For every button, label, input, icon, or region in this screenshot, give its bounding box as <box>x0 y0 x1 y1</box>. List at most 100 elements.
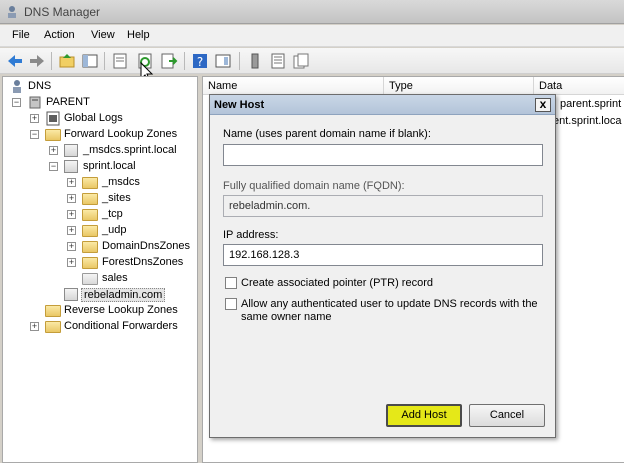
column-header-name[interactable]: Name <box>203 77 384 95</box>
dialog-title: New Host <box>214 99 265 111</box>
tree-label: Forward Lookup Zones <box>64 128 178 140</box>
allow-auth-update-label-2: same owner name <box>241 311 332 323</box>
menu-bar: File Action View Help <box>0 25 624 47</box>
folder-icon <box>82 241 98 253</box>
folder-icon <box>45 129 61 141</box>
tree-label: _udp <box>102 224 127 236</box>
window-title: DNS Manager <box>24 5 101 19</box>
expand-icon[interactable]: + <box>67 242 76 251</box>
show-action-pane-icon[interactable] <box>213 51 233 71</box>
record-list-icon[interactable] <box>268 51 288 71</box>
tree-node-sprint-local[interactable]: − sprint.local <box>3 159 193 175</box>
folder-icon <box>82 225 98 237</box>
dns-manager-icon <box>8 6 16 18</box>
menu-help[interactable]: Help <box>127 29 150 41</box>
expand-icon[interactable]: + <box>49 146 58 155</box>
tree-node-msdcs-sprint-local[interactable]: + _msdcs.sprint.local <box>3 143 193 159</box>
tree-label: Conditional Forwarders <box>64 320 178 332</box>
tree-node-sites[interactable]: + _sites <box>3 191 193 207</box>
expand-icon[interactable]: + <box>67 226 76 235</box>
collapse-icon[interactable]: − <box>30 130 39 139</box>
tree-node-forestdnszones[interactable]: + ForestDnsZones <box>3 255 193 271</box>
dns-root-icon <box>13 80 21 93</box>
title-bar: DNS Manager <box>0 0 624 24</box>
tree-node-udp[interactable]: + _udp <box>3 223 193 239</box>
tree-node-conditional-forwarders[interactable]: + Conditional Forwarders <box>3 319 193 335</box>
menu-file[interactable]: File <box>12 29 30 41</box>
folder-icon <box>82 209 98 221</box>
add-host-button[interactable]: Add Host <box>386 404 462 427</box>
cancel-button[interactable]: Cancel <box>469 404 545 427</box>
close-icon[interactable]: x <box>535 98 551 112</box>
expand-icon[interactable]: + <box>30 322 39 331</box>
tree-node-parent[interactable]: − PARENT <box>3 95 193 111</box>
expand-icon[interactable]: + <box>30 114 39 123</box>
tree-node-rebeladmin-com[interactable]: rebeladmin.com <box>3 287 193 303</box>
name-label: Name (uses parent domain name if blank): <box>223 128 431 140</box>
svg-text:?: ? <box>197 55 203 69</box>
show-hide-tree-icon[interactable] <box>80 51 100 71</box>
ip-address-input[interactable]: 192.168.128.3 <box>223 244 543 266</box>
tree-label: rebeladmin.com <box>81 288 166 302</box>
toolbar-separator <box>239 52 240 70</box>
folder-icon <box>82 273 98 285</box>
folder-icon <box>82 177 98 189</box>
copy-icon[interactable] <box>291 51 311 71</box>
fqdn-field: rebeladmin.com. <box>223 195 543 217</box>
folder-icon <box>82 257 98 269</box>
tree-label: _sites <box>102 192 131 204</box>
tree-label: ForestDnsZones <box>102 256 184 268</box>
tree-label: Global Logs <box>64 112 123 124</box>
tree-node-msdcs[interactable]: + _msdcs <box>3 175 193 191</box>
tree-label: _msdcs <box>102 176 140 188</box>
allow-auth-update-checkbox[interactable] <box>225 298 237 310</box>
expand-icon[interactable]: + <box>67 178 76 187</box>
console-tree: DNS − PARENT + Global Logs − Forward Loo… <box>2 76 198 463</box>
back-arrow-icon[interactable] <box>5 51 25 71</box>
menu-view[interactable]: View <box>91 29 115 41</box>
ip-address-label: IP address: <box>223 229 279 241</box>
tree-node-global-logs[interactable]: + Global Logs <box>3 111 193 127</box>
expand-icon[interactable]: + <box>67 194 76 203</box>
tree-node-tcp[interactable]: + _tcp <box>3 207 193 223</box>
tree-node-reverse-lookup-zones[interactable]: Reverse Lookup Zones <box>3 303 193 319</box>
tree-node-sales[interactable]: sales <box>3 271 193 287</box>
help-icon[interactable]: ? <box>190 51 210 71</box>
tree-node-forward-lookup-zones[interactable]: − Forward Lookup Zones <box>3 127 193 143</box>
tree-label: DNS <box>28 80 52 92</box>
tree-label: _msdcs.sprint.local <box>83 144 177 156</box>
tree-label: Reverse Lookup Zones <box>64 304 178 316</box>
tree-node-domaindnszones[interactable]: + DomainDnsZones <box>3 239 193 255</box>
host-name-input[interactable] <box>223 144 543 166</box>
collapse-icon[interactable]: − <box>12 98 21 107</box>
forward-arrow-icon[interactable] <box>27 51 47 71</box>
menu-action[interactable]: Action <box>44 29 75 41</box>
toolbar: ? <box>0 48 624 74</box>
zone-icon <box>64 288 78 301</box>
dialog-title-bar: New Host x <box>210 95 555 115</box>
zone-icon <box>64 160 78 173</box>
up-folder-icon[interactable] <box>57 51 77 71</box>
column-header-data[interactable]: Data <box>534 77 624 95</box>
collapse-icon[interactable]: − <box>49 162 58 171</box>
new-host-dialog: New Host x Name (uses parent domain name… <box>209 94 556 438</box>
expand-icon[interactable]: + <box>67 258 76 267</box>
tree-label: _tcp <box>102 208 123 220</box>
toolbar-separator <box>184 52 185 70</box>
server-icon[interactable] <box>245 51 265 71</box>
properties-icon[interactable] <box>110 51 130 71</box>
expand-icon[interactable]: + <box>67 210 76 219</box>
tree-label: PARENT <box>46 96 90 108</box>
server-icon <box>29 96 41 109</box>
toolbar-separator <box>104 52 105 70</box>
ptr-record-checkbox[interactable] <box>225 277 237 289</box>
column-header-type[interactable]: Type <box>384 77 534 95</box>
tree-node-dns[interactable]: DNS <box>3 79 193 95</box>
folder-icon <box>45 321 61 333</box>
logs-icon <box>46 111 60 126</box>
toolbar-separator <box>51 52 52 70</box>
export-list-icon[interactable] <box>159 51 179 71</box>
zone-icon <box>64 144 78 157</box>
folder-icon <box>45 305 61 317</box>
list-item: parent.sprint <box>560 98 622 110</box>
